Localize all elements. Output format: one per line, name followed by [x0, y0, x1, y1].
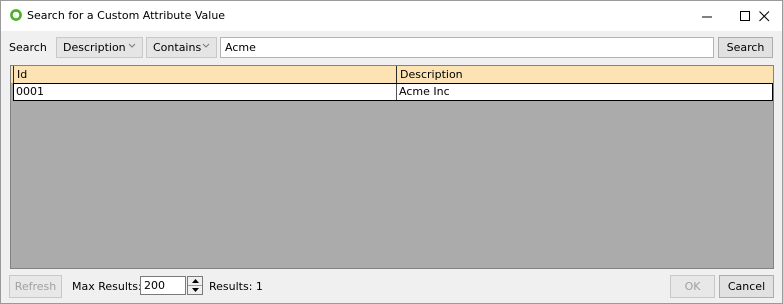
max-results-spinner[interactable] [187, 276, 203, 295]
table-row[interactable]: 0001 Acme Inc [13, 83, 773, 101]
search-label: Search [9, 41, 47, 54]
bottom-bar: Refresh Max Results: Results: 1 OK Cance… [1, 273, 782, 299]
max-results-label: Max Results: [72, 280, 142, 293]
field-dropdown[interactable]: Description [56, 37, 143, 58]
chevron-down-icon [202, 43, 210, 48]
search-button[interactable]: Search [718, 37, 773, 58]
results-count: Results: 1 [209, 280, 263, 293]
search-toolbar: Search Description Contains [1, 35, 782, 61]
results-grid[interactable]: Id Description 0001 Acme Inc [10, 65, 774, 269]
cancel-button[interactable]: Cancel [719, 275, 774, 298]
max-results-input[interactable] [140, 276, 186, 295]
chevron-down-icon [128, 43, 136, 48]
minimize-button[interactable] [688, 1, 726, 31]
title-bar[interactable]: Search for a Custom Attribute Value [1, 1, 782, 31]
operator-dropdown[interactable]: Contains [146, 37, 217, 58]
grid-header: Id Description [11, 66, 773, 83]
spin-down-button[interactable] [188, 286, 202, 294]
cell-id[interactable]: 0001 [14, 84, 396, 100]
refresh-button[interactable]: Refresh [9, 275, 62, 298]
spin-up-button[interactable] [188, 277, 202, 286]
caret-down-icon [191, 288, 199, 292]
cell-description[interactable]: Acme Inc [396, 84, 772, 100]
green-ring-icon [10, 9, 22, 21]
search-input[interactable] [220, 37, 714, 58]
dialog-window: Search for a Custom Attribute Value Sear… [0, 0, 783, 304]
column-header-description[interactable]: Description [396, 66, 773, 83]
close-icon [758, 10, 769, 21]
column-header-id[interactable]: Id [13, 66, 396, 83]
caret-up-icon [191, 279, 199, 283]
ok-button[interactable]: OK [670, 275, 715, 298]
minimize-icon [701, 16, 712, 17]
field-dropdown-value: Description [63, 41, 126, 54]
window-title: Search for a Custom Attribute Value [27, 9, 226, 22]
operator-dropdown-value: Contains [153, 41, 202, 54]
close-button[interactable] [746, 1, 782, 31]
